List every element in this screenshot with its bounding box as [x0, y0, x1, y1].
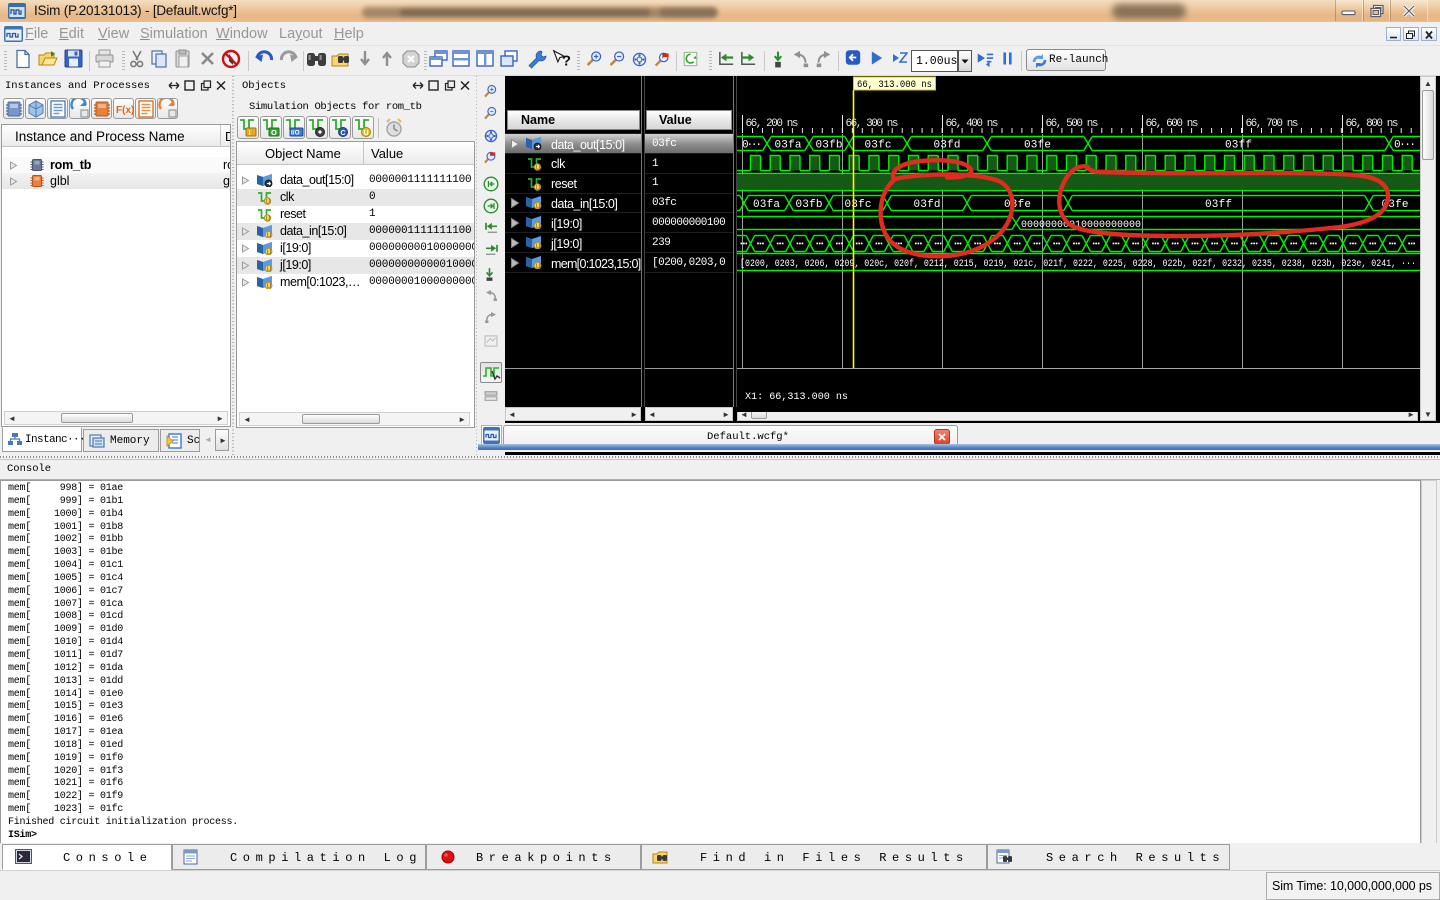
svg-text:U: U — [536, 223, 541, 229]
svg-text:U: U — [536, 185, 540, 191]
svg-text:?: ? — [562, 53, 571, 69]
svg-text:U: U — [267, 266, 272, 272]
svg-text:I: I — [249, 128, 251, 137]
svg-text:I/O: I/O — [291, 130, 300, 137]
svg-text:03ff: 03ff — [1205, 199, 1232, 211]
svg-text:0···: 0··· — [742, 140, 762, 152]
svg-text:U: U — [267, 249, 272, 255]
svg-text:U: U — [536, 165, 540, 171]
svg-text:66, 200 ns: 66, 200 ns — [746, 118, 799, 130]
svg-text:66, 500 ns: 66, 500 ns — [1046, 118, 1099, 130]
svg-text:03fe: 03fe — [1004, 199, 1031, 211]
svg-text:U: U — [364, 130, 369, 137]
svg-text:X1: 66,313.000 ns: X1: 66,313.000 ns — [745, 392, 848, 403]
svg-text:F(x): F(x) — [116, 105, 134, 116]
svg-text:0···: 0··· — [1394, 140, 1416, 152]
svg-text:03fb: 03fb — [816, 140, 843, 152]
svg-text:66, 313.000 ns: 66, 313.000 ns — [857, 80, 932, 91]
svg-text:U: U — [536, 203, 541, 209]
svg-text:C: C — [341, 130, 346, 137]
svg-text:03fb: 03fb — [796, 199, 823, 211]
svg-text:U: U — [266, 216, 270, 222]
svg-text:03fe: 03fe — [1024, 140, 1051, 152]
svg-text:03fc: 03fc — [865, 140, 892, 152]
svg-text:U: U — [266, 199, 270, 205]
svg-text:U: U — [267, 232, 272, 238]
svg-text:66, 400 ns: 66, 400 ns — [946, 118, 999, 130]
svg-text:03fd: 03fd — [914, 199, 941, 211]
svg-text:U: U — [536, 243, 541, 249]
svg-text:O: O — [271, 128, 277, 137]
svg-text:[0200, 0203, 0206, 0209, 020c,: [0200, 0203, 0206, 0209, 020c, 020f, 021… — [740, 258, 1416, 270]
svg-text:U: U — [536, 263, 541, 269]
svg-text:U: U — [267, 283, 272, 289]
svg-text:66, 800 ns: 66, 800 ns — [1346, 118, 1399, 130]
svg-text:03fc: 03fc — [845, 199, 872, 211]
svg-text:66, 700 ns: 66, 700 ns — [1246, 118, 1299, 130]
svg-text:03ff: 03ff — [1225, 140, 1252, 152]
svg-text:66, 600 ns: 66, 600 ns — [1146, 118, 1199, 130]
svg-text:03fd: 03fd — [934, 140, 961, 152]
svg-text:03fa: 03fa — [775, 140, 802, 152]
svg-text:03fa: 03fa — [753, 199, 780, 211]
